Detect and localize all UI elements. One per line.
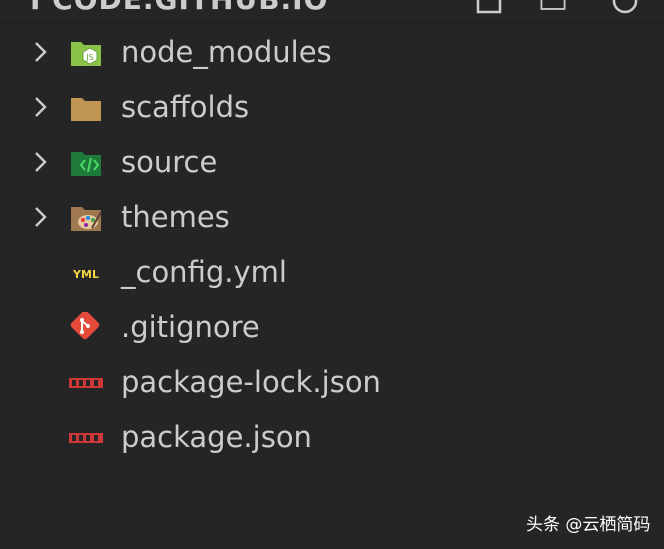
tree-item-label: node_modules: [121, 35, 332, 69]
themes-folder-icon: [71, 207, 102, 231]
new-folder-icon[interactable]: [540, 0, 566, 14]
workspace-title[interactable]: I CODE.GITHUB.IO: [30, 0, 328, 16]
git-icon: [70, 312, 100, 340]
npm-icon: [69, 433, 103, 443]
chevron-right-icon[interactable]: [30, 95, 52, 119]
tree-item-config-yml[interactable]: YML _config.yml: [0, 245, 664, 300]
chevron-right-icon[interactable]: [30, 40, 52, 64]
npm-icon: [69, 378, 103, 388]
tree-item-label: themes: [121, 200, 230, 234]
yaml-icon: YML: [72, 268, 99, 281]
tree-item-label: .gitignore: [121, 310, 260, 344]
tree-item-label: _config.yml: [121, 255, 287, 289]
tree-item-label: package-lock.json: [121, 365, 381, 399]
tree-item-node-modules[interactable]: JS node_modules: [0, 25, 664, 80]
watermark: 头条 @云栖简码: [526, 515, 651, 535]
svg-text:JS: JS: [85, 53, 93, 62]
tree-item-label: package.json: [121, 420, 312, 454]
tree-item-scaffolds[interactable]: scaffolds: [0, 80, 664, 135]
folder-icon: [71, 98, 101, 121]
explorer-header: I CODE.GITHUB.IO: [0, 0, 664, 23]
svg-text:YML: YML: [72, 268, 99, 281]
tree-item-source[interactable]: source: [0, 135, 664, 190]
node-modules-folder-icon: JS: [71, 42, 101, 66]
tree-item-label: source: [121, 145, 218, 179]
chevron-right-icon[interactable]: [30, 150, 52, 174]
tree-item-package-lock-json[interactable]: package-lock.json: [0, 355, 664, 410]
tree-item-gitignore[interactable]: .gitignore: [0, 300, 664, 355]
chevron-right-icon[interactable]: [30, 205, 52, 229]
source-folder-icon: [71, 152, 101, 176]
tree-item-label: scaffolds: [121, 90, 250, 124]
tree-item-package-json[interactable]: package.json: [0, 410, 664, 465]
new-file-icon[interactable]: [476, 0, 502, 14]
tree-item-themes[interactable]: themes: [0, 190, 664, 245]
refresh-icon[interactable]: [612, 0, 638, 14]
